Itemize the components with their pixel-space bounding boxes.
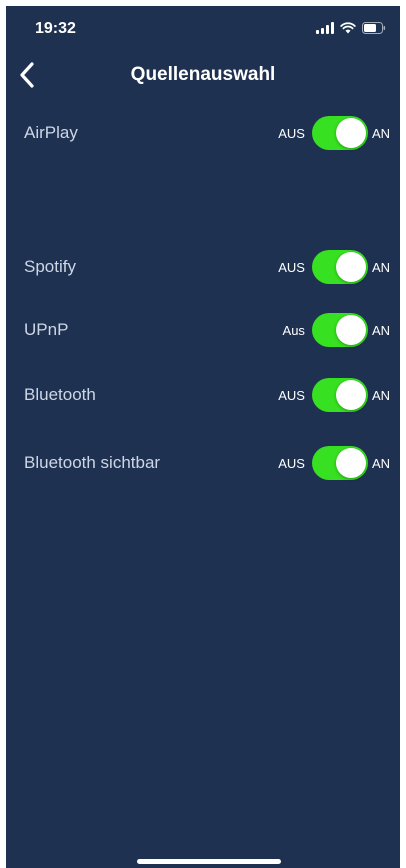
- status-time: 19:32: [35, 20, 76, 37]
- toggle-group: AUS AN: [278, 250, 390, 284]
- airplay-toggle[interactable]: [311, 116, 368, 150]
- nav-bar: Quellenauswahl: [6, 50, 400, 100]
- setting-row-bluetooth-visible: Bluetooth sichtbar AUS AN: [6, 443, 400, 483]
- toggle-on-label: AN: [371, 125, 390, 141]
- setting-row-upnp: UPnP Aus AN: [6, 310, 400, 350]
- toggle-on-label: AN: [371, 387, 390, 403]
- row-label: Bluetooth: [24, 385, 96, 404]
- toggle-knob: [335, 118, 366, 148]
- toggle-group: AUS AN: [278, 446, 390, 480]
- app-screen: 19:32 Quellenauswahl AirPlay AUS AN Spot…: [6, 6, 400, 868]
- row-label: Bluetooth sichtbar: [24, 453, 161, 472]
- toggle-off-label: AUS: [278, 387, 305, 403]
- toggle-group: AUS AN: [278, 378, 390, 412]
- toggle-group: AUS AN: [278, 116, 390, 150]
- setting-row-spotify: Spotify AUS AN: [6, 247, 400, 287]
- battery-icon: [362, 22, 386, 34]
- setting-row-bluetooth: Bluetooth AUS AN: [6, 375, 400, 415]
- toggle-on-label: AN: [371, 455, 390, 471]
- page-title: Quellenauswahl: [130, 64, 276, 85]
- setting-row-airplay: AirPlay AUS AN: [6, 113, 400, 153]
- toggle-knob: [335, 315, 366, 345]
- bluetooth-toggle[interactable]: [311, 378, 368, 412]
- toggle-knob: [335, 448, 366, 478]
- toggle-off-label: AUS: [278, 259, 305, 275]
- row-label: AirPlay: [24, 123, 78, 142]
- toggle-on-label: AN: [371, 322, 390, 338]
- toggle-group: Aus AN: [283, 313, 390, 347]
- toggle-knob: [335, 252, 366, 282]
- row-label: UPnP: [24, 320, 69, 339]
- signal-icon: [316, 22, 334, 34]
- toggle-knob: [335, 380, 366, 410]
- toggle-off-label: AUS: [278, 455, 305, 471]
- spotify-toggle[interactable]: [311, 250, 368, 284]
- status-icons: [316, 22, 386, 34]
- upnp-toggle[interactable]: [311, 313, 368, 347]
- home-indicator[interactable]: [137, 859, 281, 864]
- toggle-off-label: Aus: [282, 322, 305, 338]
- wifi-icon: [340, 22, 356, 34]
- toggle-off-label: AUS: [278, 125, 305, 141]
- status-bar: 19:32: [6, 6, 400, 50]
- toggle-on-label: AN: [371, 259, 390, 275]
- row-label: Spotify: [24, 257, 76, 276]
- bluetooth-visible-toggle[interactable]: [311, 446, 368, 480]
